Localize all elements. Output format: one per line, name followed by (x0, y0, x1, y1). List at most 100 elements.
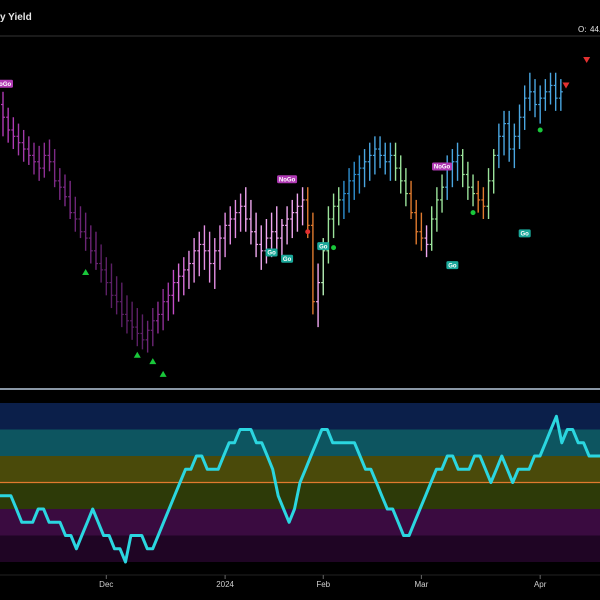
price-bar (378, 136, 383, 169)
price-bar (228, 206, 233, 245)
header-value-prefix: O: (578, 25, 586, 34)
signal-label-text: Go (283, 257, 292, 263)
price-bar (274, 206, 279, 251)
price-bar (414, 199, 419, 245)
chart-title: y Yield (0, 12, 32, 23)
price-bar (331, 193, 336, 239)
signal-label: Go (446, 261, 459, 269)
price-bar (316, 263, 321, 328)
signal-label-text: NoGo (434, 165, 451, 171)
price-bar (264, 219, 269, 264)
price-bar (62, 174, 67, 207)
price-bar (398, 155, 403, 194)
price-bar (47, 139, 52, 172)
price-bar (6, 107, 11, 143)
buy-triangle-icon (82, 269, 90, 276)
price-bar (192, 238, 197, 283)
signal-dot (331, 245, 337, 251)
signal-label-text: NoGo (0, 82, 11, 88)
price-bar (403, 168, 408, 207)
sell-triangle-icon (562, 82, 570, 89)
price-bar (155, 301, 160, 334)
price-bar (310, 212, 315, 315)
price-bar (254, 212, 259, 258)
price-bar (93, 231, 98, 270)
price-bar (130, 301, 135, 340)
price-bar (119, 282, 124, 328)
price-bars (1, 72, 563, 353)
price-bar (52, 149, 57, 188)
price-bar (238, 193, 243, 232)
price-bar (37, 145, 42, 181)
x-tick-label: Apr (534, 580, 547, 589)
price-bar (140, 314, 145, 350)
price-bar (491, 149, 496, 194)
price-bar (83, 212, 88, 251)
price-bar (279, 219, 284, 258)
price-bar (207, 231, 212, 283)
price-bar (166, 282, 171, 321)
price-bar (336, 187, 341, 226)
price-bar (290, 199, 295, 239)
price-bar (109, 263, 114, 309)
chart: y Yield O: 44. NoGo NoGo Go Go Go NoGo Go Go De… (0, 12, 600, 589)
price-bar (486, 168, 491, 219)
price-bar (460, 149, 465, 188)
price-bar (367, 142, 372, 181)
buy-triangle-icon (149, 358, 157, 365)
osc-zone-1 (0, 429, 600, 456)
osc-zone-0 (0, 403, 600, 430)
price-bar (476, 180, 481, 213)
price-bar (212, 238, 217, 289)
signal-dot (470, 210, 476, 216)
signal-label: Go (265, 248, 278, 257)
signal-label: Go (317, 242, 330, 250)
price-bar (512, 123, 517, 169)
price-bar (150, 308, 155, 347)
price-bar (326, 206, 331, 264)
price-bar (543, 79, 548, 111)
price-bar (481, 187, 486, 219)
price-bar (78, 206, 83, 239)
price-bar (114, 276, 119, 315)
price-bar (424, 225, 429, 258)
price-bar (99, 244, 104, 283)
price-bar (88, 225, 93, 264)
price-bar (465, 161, 470, 200)
price-bar (285, 206, 290, 245)
price-bar (471, 174, 476, 207)
price-bar (434, 187, 439, 232)
x-tick-label: Mar (414, 580, 428, 589)
x-tick-label: 2024 (216, 580, 234, 589)
signal-label: NoGo (0, 79, 13, 88)
price-bar (388, 142, 393, 181)
buy-triangle-icon (159, 370, 167, 377)
price-bar (548, 72, 553, 105)
price-bar (496, 123, 501, 169)
price-bar (16, 123, 21, 156)
sell-triangle-icon (583, 57, 591, 63)
price-bar (558, 79, 563, 111)
signal-label-text: Go (448, 263, 457, 269)
price-bar (135, 308, 140, 347)
signal-label-text: Go (521, 232, 530, 238)
x-tick-label: Feb (316, 580, 330, 589)
buy-triangle-icon (133, 351, 141, 358)
signal-label: NoGo (432, 162, 453, 171)
price-bar (502, 110, 507, 156)
signal-label-text: Go (319, 244, 328, 250)
price-bar (124, 295, 129, 334)
price-bar (409, 180, 414, 219)
price-bar (145, 320, 150, 353)
price-bar (357, 155, 362, 194)
price-bar (217, 225, 222, 270)
signal-dot (537, 127, 543, 133)
price-bar (372, 136, 377, 175)
signal-label-text: NoGo (279, 177, 296, 183)
price-bar (1, 91, 5, 137)
price-bar (455, 142, 460, 181)
price-bar (517, 104, 522, 150)
price-bar (248, 199, 253, 245)
price-bar (26, 136, 31, 165)
price-bar (553, 72, 558, 111)
